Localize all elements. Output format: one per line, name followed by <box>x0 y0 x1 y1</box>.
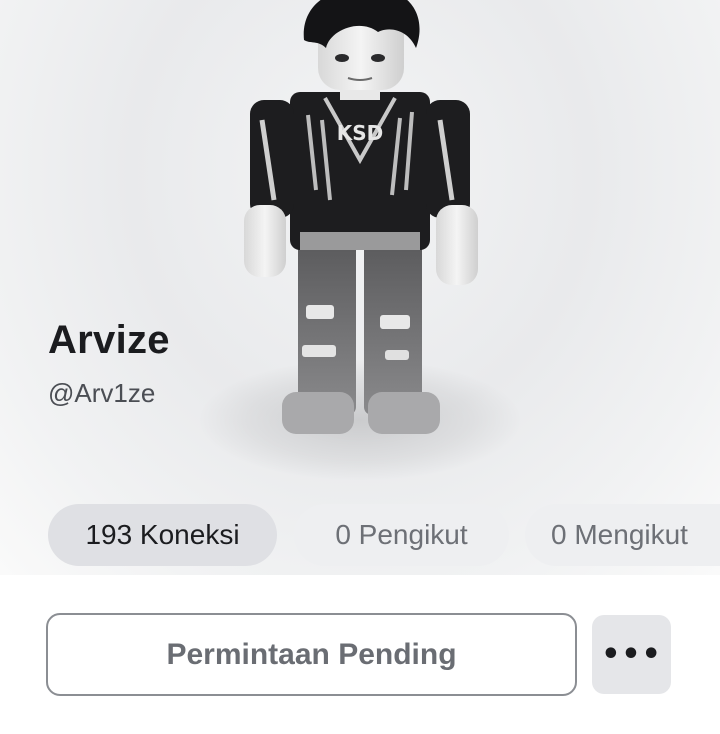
username: @Arv1ze <box>48 378 156 408</box>
more-horizontal-icon[interactable]: ••• <box>592 615 671 694</box>
following-pill[interactable]: 0 Mengikut <box>525 504 720 566</box>
display-name: Arvize <box>48 318 170 362</box>
avatar-showcase: KSD Arvize @Arv1ze <box>0 0 720 575</box>
avatar-figure[interactable]: KSD <box>230 0 490 470</box>
pending-request-button[interactable]: Permintaan Pending <box>46 613 577 696</box>
svg-text:KSD: KSD <box>337 121 384 145</box>
stats-row: 193 Koneksi 0 Pengikut 0 Mengikut <box>0 500 720 570</box>
followers-pill[interactable]: 0 Pengikut <box>294 504 509 566</box>
connections-pill[interactable]: 193 Koneksi <box>48 504 277 566</box>
